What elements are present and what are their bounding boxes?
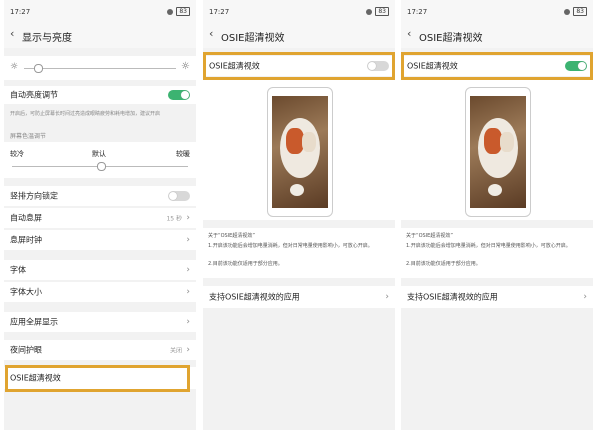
chevron-right-icon: › (186, 287, 190, 297)
about-title: 关于“OSIE超清视效” (406, 233, 453, 239)
preview-image (465, 87, 531, 217)
chevron-right-icon: › (186, 317, 190, 327)
night-mode-row[interactable]: 夜间护眼 关闭 › (4, 340, 196, 360)
about-panel: 关于“OSIE超清视效” 1.开启该功能后会增加电量消耗，但对日常电量使用影响小… (401, 228, 593, 278)
chevron-right-icon: › (186, 213, 190, 223)
auto-brightness-toggle[interactable] (168, 90, 190, 100)
portrait-lock-row[interactable]: 竖排方向锁定 (4, 186, 196, 206)
about-line-2: 2.目前该功能仅适用于部分应用。 (208, 261, 283, 267)
brightness-slider[interactable] (24, 68, 176, 69)
osie-toggle-highlight (203, 52, 395, 80)
auto-brightness-row[interactable]: 自动亮度调节 (4, 86, 196, 104)
sun-icon: ☼ (10, 62, 19, 72)
about-line-2: 2.目前该功能仅适用于部分应用。 (406, 261, 481, 267)
color-temp-label: 屏幕色温调节 (10, 133, 47, 140)
brightness-row: ☼ ☼ (4, 56, 196, 80)
chevron-right-icon: › (385, 292, 389, 302)
back-chevron-icon[interactable]: ‹ (10, 27, 14, 40)
auto-sleep-row[interactable]: 自动息屏 15 秒 › (4, 208, 196, 228)
night-mode-value: 关闭 (169, 347, 182, 355)
page-title: OSIE超清视效 (221, 33, 285, 44)
battery-icon: 83 (573, 7, 587, 16)
chevron-right-icon: › (186, 265, 190, 275)
title-bar: ‹ 显示与亮度 (4, 22, 196, 48)
font-row[interactable]: 字体 › (4, 260, 196, 280)
about-title: 关于“OSIE超清视效” (208, 233, 255, 239)
brightness-knob[interactable] (34, 64, 43, 73)
osie-toggle-highlight (401, 52, 593, 80)
alarm-icon (366, 8, 373, 15)
about-line-1: 1.开启该功能后会增加电量消耗，但对日常电量使用影响小，可放心开启。 (208, 243, 373, 249)
status-time: 17:27 (407, 8, 428, 16)
alarm-icon (564, 8, 571, 15)
temp-warm-label: 较暖 (176, 150, 190, 158)
supported-apps-label: 支持OSIE超清视效的应用 (407, 292, 498, 302)
battery-icon: 83 (375, 7, 389, 16)
status-time: 17:27 (209, 8, 230, 16)
status-bar: 17:27 83 (401, 0, 593, 22)
supported-apps-row[interactable]: 支持OSIE超清视效的应用 › (401, 286, 593, 308)
font-label: 字体 (10, 265, 26, 275)
title-bar: ‹ OSIE超清视效 (401, 22, 593, 48)
chevron-right-icon: › (583, 292, 587, 302)
auto-brightness-label: 自动亮度调节 (10, 90, 58, 100)
osie-row-highlight (5, 365, 190, 392)
portrait-lock-label: 竖排方向锁定 (10, 191, 58, 201)
auto-brightness-desc: 开启后，可防止屏幕长时间过亮造成眼睛疲劳和耗电增加，建议开启 (10, 111, 161, 117)
about-panel: 关于“OSIE超清视效” 1.开启该功能后会增加电量消耗，但对日常电量使用影响小… (203, 228, 395, 278)
supported-apps-row[interactable]: 支持OSIE超清视效的应用 › (203, 286, 395, 308)
color-temp-knob[interactable] (97, 162, 106, 171)
temp-cool-label: 较冷 (10, 150, 24, 158)
preview-image (267, 87, 333, 217)
portrait-lock-toggle[interactable] (168, 191, 190, 201)
status-bar: 17:27 83 (203, 0, 395, 22)
supported-apps-label: 支持OSIE超清视效的应用 (209, 292, 300, 302)
fullscreen-row[interactable]: 应用全屏显示 › (4, 312, 196, 332)
sleep-timer-row[interactable]: 息屏时钟 › (4, 230, 196, 250)
status-bar: 17:27 83 (4, 0, 196, 22)
chevron-right-icon: › (186, 345, 190, 355)
about-line-1: 1.开启该功能后会增加电量消耗，但对日常电量使用影响小，可放心开启。 (406, 243, 571, 249)
back-chevron-icon[interactable]: ‹ (209, 27, 213, 40)
color-temp-row: 较冷 默认 较暖 (4, 142, 196, 178)
auto-sleep-label: 自动息屏 (10, 213, 42, 223)
auto-sleep-value: 15 秒 (166, 215, 182, 223)
temp-default-label: 默认 (92, 150, 106, 158)
status-time: 17:27 (10, 8, 31, 16)
alarm-icon (167, 8, 174, 15)
font-size-label: 字体大小 (10, 287, 42, 297)
back-chevron-icon[interactable]: ‹ (407, 27, 411, 40)
sun-icon: ☼ (181, 61, 190, 72)
sleep-timer-label: 息屏时钟 (10, 235, 42, 245)
fullscreen-label: 应用全屏显示 (10, 317, 58, 327)
title-bar: ‹ OSIE超清视效 (203, 22, 395, 48)
page-title: 显示与亮度 (22, 33, 72, 44)
chevron-right-icon: › (186, 235, 190, 245)
page-title: OSIE超清视效 (419, 33, 483, 44)
night-mode-label: 夜间护眼 (10, 345, 42, 355)
font-size-row[interactable]: 字体大小 › (4, 282, 196, 302)
battery-icon: 83 (176, 7, 190, 16)
